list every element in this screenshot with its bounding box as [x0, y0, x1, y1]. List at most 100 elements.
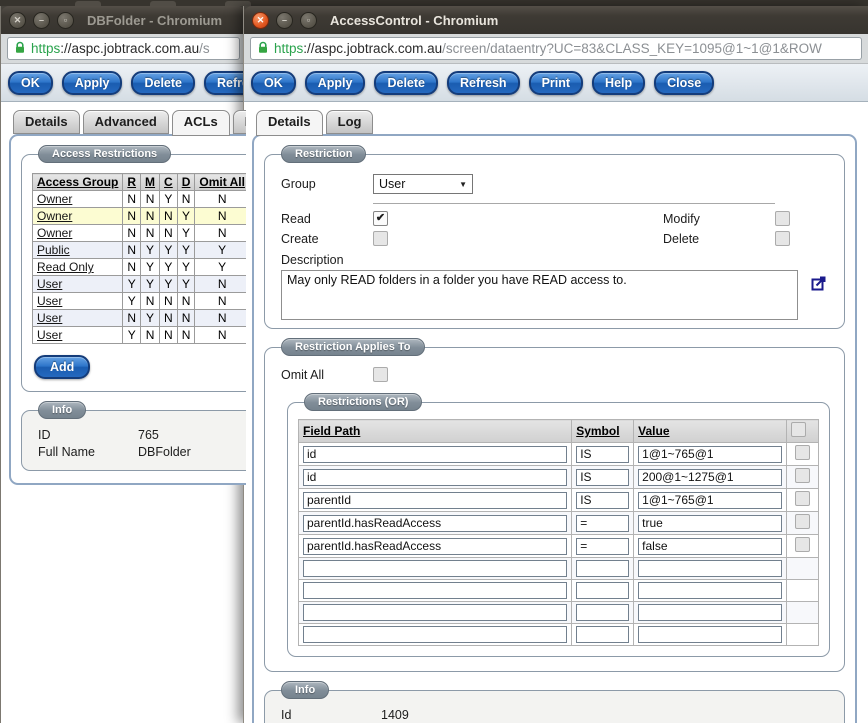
- delete-checkbox[interactable]: [775, 231, 790, 246]
- value-input[interactable]: [638, 446, 782, 463]
- symbol-input[interactable]: [576, 492, 629, 509]
- field-path-input[interactable]: [303, 626, 567, 643]
- read-label: Read: [281, 212, 373, 226]
- acl-row: Read Only N Y Y Y Y: [33, 259, 247, 276]
- field-path-input[interactable]: [303, 560, 567, 577]
- close-icon[interactable]: ✕: [9, 12, 26, 29]
- back-window-dbfolder: ✕ – ▫ DBFolder - Chromium https://aspc.j…: [0, 6, 246, 723]
- restriction-row-empty: [299, 558, 819, 580]
- apply-button[interactable]: Apply: [62, 71, 123, 95]
- access-group-link[interactable]: User: [37, 277, 62, 291]
- restriction-row-empty: [299, 602, 819, 624]
- minimize-icon[interactable]: –: [276, 12, 293, 29]
- maximize-icon[interactable]: ▫: [57, 12, 74, 29]
- access-group-link[interactable]: User: [37, 311, 62, 325]
- col-create[interactable]: C: [160, 174, 178, 191]
- row-checkbox[interactable]: [795, 445, 810, 460]
- value-input[interactable]: [638, 538, 782, 555]
- delete-button[interactable]: Delete: [374, 71, 438, 95]
- perm-cell: N: [160, 310, 178, 327]
- symbol-input[interactable]: [576, 604, 629, 621]
- col-field-path[interactable]: Field Path: [299, 420, 572, 443]
- col-value[interactable]: Value: [634, 420, 787, 443]
- tab-details[interactable]: Details: [256, 110, 323, 136]
- row-checkbox[interactable]: [795, 491, 810, 506]
- col-read[interactable]: R: [123, 174, 141, 191]
- symbol-input[interactable]: [576, 560, 629, 577]
- address-input[interactable]: https://aspc.jobtrack.com.au/screen/data…: [250, 37, 862, 60]
- back-titlebar[interactable]: ✕ – ▫ DBFolder - Chromium: [1, 6, 246, 34]
- field-path-input[interactable]: [303, 604, 567, 621]
- acl-row: User Y N N N N May: [33, 327, 247, 344]
- col-access-group[interactable]: Access Group: [33, 174, 123, 191]
- apply-button[interactable]: Apply: [305, 71, 366, 95]
- add-button[interactable]: Add: [34, 355, 90, 379]
- omit-all-checkbox[interactable]: [373, 367, 388, 382]
- popup-editor-icon[interactable]: [811, 274, 828, 296]
- field-path-input[interactable]: [303, 446, 567, 463]
- help-button[interactable]: Help: [592, 71, 645, 95]
- value-input[interactable]: [638, 515, 782, 532]
- row-checkbox[interactable]: [795, 468, 810, 483]
- table-header-row: Field Path Symbol Value: [299, 420, 819, 443]
- value-input[interactable]: [638, 604, 782, 621]
- tab-log[interactable]: Log: [326, 110, 374, 134]
- access-group-link[interactable]: Owner: [37, 192, 72, 206]
- value-input[interactable]: [638, 469, 782, 486]
- symbol-input[interactable]: [576, 515, 629, 532]
- restriction-row: [299, 512, 819, 535]
- restriction-row: [299, 443, 819, 466]
- refresh-button[interactable]: Refresh: [204, 71, 246, 95]
- symbol-input[interactable]: [576, 582, 629, 599]
- value-input[interactable]: [638, 560, 782, 577]
- address-input[interactable]: https://aspc.jobtrack.com.au/s: [7, 37, 240, 60]
- value-input[interactable]: [638, 582, 782, 599]
- col-symbol[interactable]: Symbol: [572, 420, 634, 443]
- refresh-button[interactable]: Refresh: [447, 71, 520, 95]
- ok-button[interactable]: OK: [251, 71, 296, 95]
- symbol-input[interactable]: [576, 626, 629, 643]
- front-titlebar[interactable]: ✕ – ▫ AccessControl - Chromium: [244, 6, 868, 34]
- field-path-input[interactable]: [303, 469, 567, 486]
- delete-button[interactable]: Delete: [131, 71, 195, 95]
- col-omit-all[interactable]: Omit All: [195, 174, 246, 191]
- tab-details[interactable]: Details: [13, 110, 80, 134]
- ok-button[interactable]: OK: [8, 71, 53, 95]
- access-group-link[interactable]: Public: [37, 243, 70, 257]
- back-tabstrip: Details Advanced ACLs Model: [13, 110, 246, 134]
- row-checkbox[interactable]: [795, 514, 810, 529]
- full-name-label: Full Name: [38, 445, 138, 459]
- modify-checkbox[interactable]: [775, 211, 790, 226]
- tab-model[interactable]: Model: [233, 110, 246, 134]
- col-modify[interactable]: M: [141, 174, 160, 191]
- symbol-input[interactable]: [576, 446, 629, 463]
- close-button[interactable]: Close: [654, 71, 714, 95]
- value-input[interactable]: [638, 492, 782, 509]
- symbol-input[interactable]: [576, 538, 629, 555]
- minimize-icon[interactable]: –: [33, 12, 50, 29]
- col-delete[interactable]: D: [177, 174, 195, 191]
- access-group-link[interactable]: Owner: [37, 209, 72, 223]
- row-checkbox[interactable]: [795, 537, 810, 552]
- maximize-icon[interactable]: ▫: [300, 12, 317, 29]
- access-group-link[interactable]: User: [37, 328, 62, 342]
- field-path-input[interactable]: [303, 515, 567, 532]
- field-path-input[interactable]: [303, 582, 567, 599]
- read-checkbox[interactable]: ✔: [373, 211, 388, 226]
- print-button[interactable]: Print: [529, 71, 583, 95]
- description-textarea[interactable]: May only READ folders in a folder you ha…: [281, 270, 798, 320]
- access-group-link[interactable]: User: [37, 294, 62, 308]
- access-group-link[interactable]: Read Only: [37, 260, 94, 274]
- create-checkbox[interactable]: [373, 231, 388, 246]
- access-group-link[interactable]: Owner: [37, 226, 72, 240]
- select-all-checkbox[interactable]: [791, 422, 806, 437]
- tab-advanced[interactable]: Advanced: [83, 110, 169, 134]
- value-input[interactable]: [638, 626, 782, 643]
- restrictions-or-fieldset: Restrictions (OR) Field Path Symbol Valu…: [287, 402, 830, 657]
- field-path-input[interactable]: [303, 538, 567, 555]
- close-icon[interactable]: ✕: [252, 12, 269, 29]
- symbol-input[interactable]: [576, 469, 629, 486]
- field-path-input[interactable]: [303, 492, 567, 509]
- tab-acls[interactable]: ACLs: [172, 110, 230, 136]
- group-select[interactable]: User▼: [373, 174, 473, 194]
